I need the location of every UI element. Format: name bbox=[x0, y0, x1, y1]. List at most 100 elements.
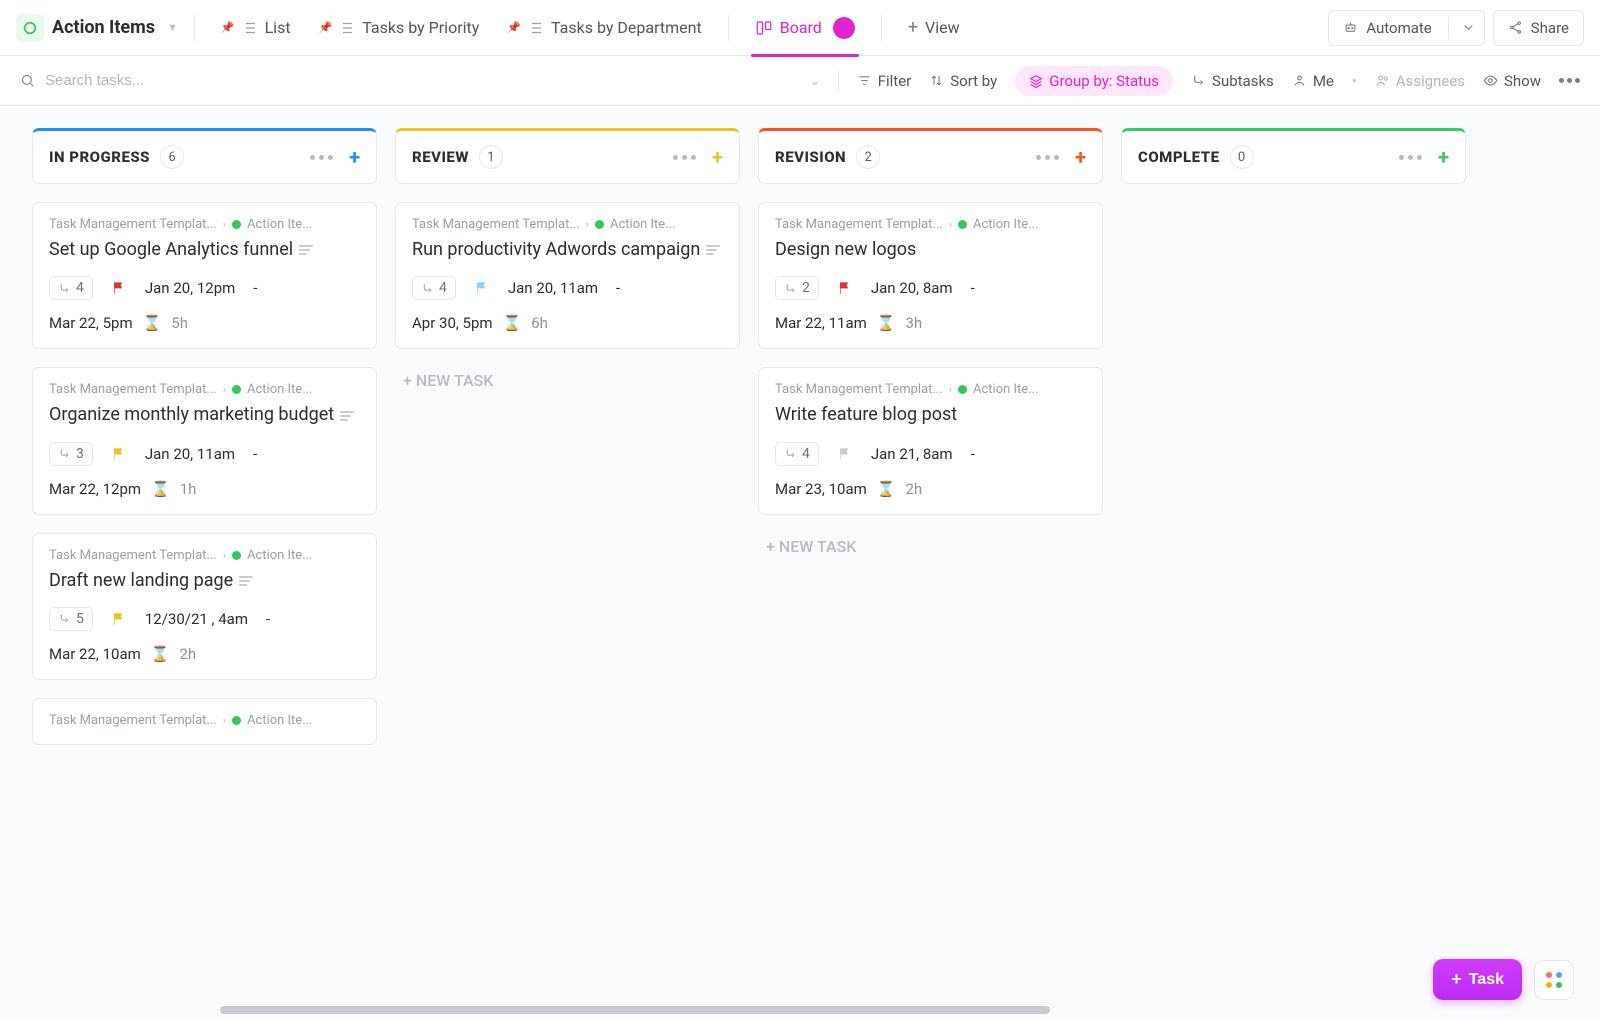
me-button[interactable]: Me bbox=[1292, 72, 1334, 90]
pin-icon: 📌 bbox=[319, 21, 333, 34]
due-date: Jan 20, 12pm bbox=[145, 279, 235, 297]
add-card-icon[interactable]: + bbox=[1075, 145, 1086, 169]
more-icon[interactable] bbox=[1559, 78, 1580, 83]
description-icon bbox=[340, 411, 354, 421]
sort-button[interactable]: Sort by bbox=[929, 72, 997, 90]
column-header[interactable]: REVISION 2 + bbox=[758, 128, 1103, 184]
hourglass-icon: ⌛ bbox=[503, 314, 522, 332]
task-meta-row: 4 Jan 20, 12pm - bbox=[49, 276, 360, 300]
subtask-badge[interactable]: 2 bbox=[775, 276, 819, 300]
horizontal-scrollbar[interactable] bbox=[220, 1006, 1050, 1014]
share-icon bbox=[1508, 20, 1523, 35]
task-card[interactable]: Task Management Templat...›Action Ite...… bbox=[32, 367, 377, 514]
task-time-row: Mar 23, 10am ⌛ 2h bbox=[775, 480, 1086, 498]
priority-flag-icon[interactable] bbox=[837, 279, 853, 297]
column-menu-icon[interactable] bbox=[310, 155, 333, 160]
subtask-badge[interactable]: 5 bbox=[49, 607, 93, 631]
task-card[interactable]: Task Management Templat...›Action Ite...… bbox=[395, 202, 740, 349]
dash: - bbox=[971, 445, 975, 463]
add-card-icon[interactable]: + bbox=[349, 145, 360, 169]
column-name: COMPLETE bbox=[1138, 148, 1220, 166]
tab-board[interactable]: Board bbox=[745, 0, 865, 56]
description-icon bbox=[239, 576, 253, 586]
time-estimate: 3h bbox=[905, 314, 922, 332]
add-card-icon[interactable]: + bbox=[712, 145, 723, 169]
hourglass-icon: ⌛ bbox=[151, 645, 170, 663]
priority-flag-icon[interactable] bbox=[837, 445, 853, 463]
column-header[interactable]: COMPLETE 0 + bbox=[1121, 128, 1466, 184]
dash: - bbox=[253, 445, 257, 463]
tab-department[interactable]: 📌 Tasks by Department bbox=[497, 0, 711, 56]
start-date: Mar 22, 5pm bbox=[49, 314, 133, 332]
pin-icon: 📌 bbox=[507, 21, 521, 34]
due-date: 12/30/21 , 4am bbox=[145, 610, 248, 628]
breadcrumb: Task Management Templat...›Action Ite... bbox=[775, 382, 1086, 397]
due-date: Jan 20, 11am bbox=[508, 279, 598, 297]
list-title[interactable]: Action Items bbox=[52, 17, 155, 38]
subtask-badge[interactable]: 4 bbox=[49, 276, 93, 300]
subtasks-button[interactable]: Subtasks bbox=[1191, 72, 1274, 90]
filter-button[interactable]: Filter bbox=[857, 72, 912, 90]
list-icon bbox=[240, 19, 258, 37]
arrow-right-icon[interactable] bbox=[833, 17, 855, 39]
group-by-pill[interactable]: Group by: Status bbox=[1015, 66, 1173, 96]
subtask-icon bbox=[1191, 73, 1206, 88]
board-column: COMPLETE 0 + bbox=[1121, 128, 1466, 978]
filter-bar: ⌄ Filter Sort by Group by: Status Subtas… bbox=[0, 56, 1600, 106]
separator bbox=[194, 15, 195, 41]
column-name: IN PROGRESS bbox=[49, 148, 150, 166]
search-input[interactable] bbox=[45, 72, 265, 89]
subtask-badge[interactable]: 4 bbox=[775, 442, 819, 466]
hourglass-icon: ⌛ bbox=[877, 480, 896, 498]
task-meta-row: 4 Jan 20, 11am - bbox=[412, 276, 723, 300]
column-menu-icon[interactable] bbox=[1036, 155, 1059, 160]
column-menu-icon[interactable] bbox=[1399, 155, 1422, 160]
separator bbox=[728, 15, 729, 41]
column-menu-icon[interactable] bbox=[673, 155, 696, 160]
task-meta-row: 4 Jan 21, 8am - bbox=[775, 442, 1086, 466]
board-column: REVISION 2 + Task Management Templat...›… bbox=[758, 128, 1103, 978]
breadcrumb: Task Management Templat...›Action Ite... bbox=[49, 713, 360, 728]
robot-icon bbox=[1343, 20, 1358, 35]
chevron-down-icon[interactable]: ▼ bbox=[167, 21, 178, 34]
column-count: 2 bbox=[856, 145, 880, 169]
time-estimate: 5h bbox=[171, 314, 188, 332]
board-column: REVIEW 1 + Task Management Templat...›Ac… bbox=[395, 128, 740, 978]
priority-flag-icon[interactable] bbox=[111, 610, 127, 628]
chevron-down-icon[interactable] bbox=[1461, 20, 1476, 35]
dash: - bbox=[971, 279, 975, 297]
app-launcher-button[interactable] bbox=[1534, 960, 1574, 1000]
new-task-fab[interactable]: + Task bbox=[1433, 959, 1522, 1000]
add-view[interactable]: + View bbox=[898, 0, 970, 56]
chevron-down-icon[interactable]: ⌄ bbox=[810, 74, 820, 88]
tab-list[interactable]: 📌 List bbox=[211, 0, 301, 56]
tab-label: Tasks by Priority bbox=[362, 18, 479, 37]
tab-priority[interactable]: 📌 Tasks by Priority bbox=[309, 0, 490, 56]
new-task-button[interactable]: + NEW TASK bbox=[403, 371, 740, 390]
new-task-button[interactable]: + NEW TASK bbox=[766, 537, 1103, 556]
automate-label: Automate bbox=[1366, 19, 1431, 37]
task-card[interactable]: Task Management Templat...›Action Ite...… bbox=[32, 202, 377, 349]
list-icon bbox=[526, 19, 544, 37]
task-time-row: Mar 22, 10am ⌛ 2h bbox=[49, 645, 360, 663]
task-card[interactable]: Task Management Templat...›Action Ite...… bbox=[758, 367, 1103, 514]
priority-flag-icon[interactable] bbox=[474, 279, 490, 297]
show-button[interactable]: Show bbox=[1483, 72, 1541, 90]
assignees-button[interactable]: Assignees bbox=[1375, 72, 1465, 90]
task-card[interactable]: Task Management Templat...›Action Ite... bbox=[32, 698, 377, 745]
add-card-icon[interactable]: + bbox=[1438, 145, 1449, 169]
task-card[interactable]: Task Management Templat...›Action Ite...… bbox=[758, 202, 1103, 349]
automate-button[interactable]: Automate bbox=[1328, 10, 1484, 46]
subtask-badge[interactable]: 4 bbox=[412, 276, 456, 300]
task-card[interactable]: Task Management Templat...›Action Ite...… bbox=[32, 533, 377, 680]
column-header[interactable]: REVIEW 1 + bbox=[395, 128, 740, 184]
priority-flag-icon[interactable] bbox=[111, 279, 127, 297]
subtask-badge[interactable]: 3 bbox=[49, 442, 93, 466]
filter-icon bbox=[857, 73, 872, 88]
dash: - bbox=[253, 279, 257, 297]
time-estimate: 2h bbox=[179, 645, 196, 663]
column-header[interactable]: IN PROGRESS 6 + bbox=[32, 128, 377, 184]
share-button[interactable]: Share bbox=[1493, 10, 1584, 46]
priority-flag-icon[interactable] bbox=[111, 445, 127, 463]
time-estimate: 2h bbox=[905, 480, 922, 498]
